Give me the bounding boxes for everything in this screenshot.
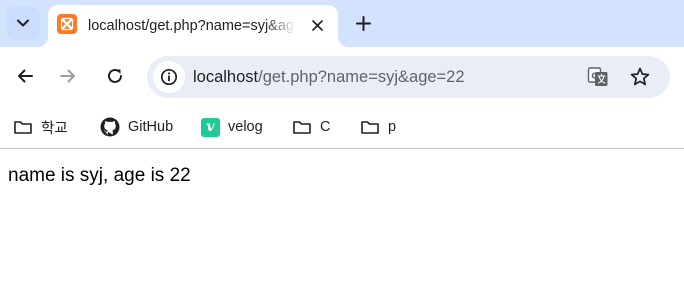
back-button[interactable] [10, 61, 40, 91]
address-bar[interactable]: localhost/get.php?name=syj&age=22 G [147, 56, 670, 98]
velog-icon: v [201, 117, 220, 137]
chevron-down-icon [17, 19, 29, 27]
info-icon [160, 68, 178, 86]
translate-icon[interactable]: G [587, 66, 609, 88]
site-info-button[interactable] [153, 61, 185, 93]
forward-button[interactable] [53, 61, 83, 91]
bookmark-folder-school[interactable]: 학교 [13, 112, 68, 142]
xampp-icon [57, 14, 77, 34]
new-tab-button[interactable] [350, 10, 376, 36]
bookmark-velog[interactable]: v velog [201, 112, 263, 142]
tab-strip: localhost/get.php?name=syj&age=22 [0, 0, 684, 47]
bookmark-folder-p[interactable]: p [360, 112, 396, 142]
bookmark-label: velog [228, 119, 263, 135]
bookmark-label: GitHub [128, 119, 174, 135]
bookmark-label: C [320, 119, 331, 135]
tab-title: localhost/get.php?name=syj&age=22 [88, 18, 296, 34]
tab-close-button[interactable] [306, 14, 328, 36]
bookmark-label: p [388, 119, 397, 135]
bookmarks-bar: 학교 GitHub v velog C p [0, 106, 684, 149]
url-host: localhost [193, 68, 259, 86]
github-icon [100, 117, 120, 137]
toolbar: localhost/get.php?name=syj&age=22 G [0, 47, 684, 106]
page-body-text: name is syj, age is 22 [8, 165, 191, 186]
bookmark-github[interactable]: GitHub [100, 112, 173, 142]
reload-icon [108, 68, 122, 83]
folder-icon [293, 121, 311, 134]
forward-arrow-icon [60, 69, 75, 83]
bookmark-label: 학교 [41, 120, 68, 137]
folder-icon [14, 121, 32, 134]
svg-text:G: G [591, 72, 598, 81]
plus-icon [355, 15, 371, 31]
tab-search-button[interactable] [6, 6, 40, 40]
reload-button[interactable] [100, 61, 130, 91]
url-text[interactable]: localhost/get.php?name=syj&age=22 [193, 67, 465, 87]
url-path: /get.php?name=syj&age=22 [258, 68, 465, 86]
bookmark-folder-c[interactable]: C [292, 112, 330, 142]
close-icon [311, 19, 323, 31]
page-content: name is syj, age is 22 [0, 150, 684, 298]
folder-icon [361, 121, 379, 134]
star-icon[interactable] [629, 66, 651, 88]
back-arrow-icon [18, 69, 33, 83]
active-tab[interactable]: localhost/get.php?name=syj&age=22 [48, 5, 338, 47]
